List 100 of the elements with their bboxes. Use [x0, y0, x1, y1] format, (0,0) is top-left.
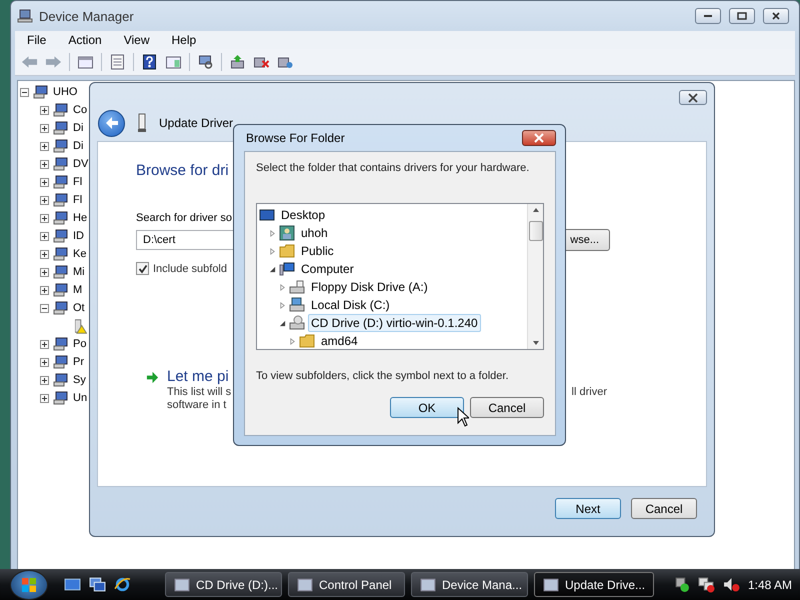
expand-toggle[interactable]: [40, 196, 49, 204]
device-icon: [53, 246, 69, 262]
network-error-icon[interactable]: [698, 576, 715, 593]
close-icon: [772, 12, 780, 20]
expand-toggle[interactable]: [40, 124, 49, 132]
expand-toggle[interactable]: [40, 358, 49, 366]
tree-item[interactable]: Sy: [73, 374, 86, 386]
browser-icon[interactable]: [114, 576, 131, 593]
device-icon: [53, 210, 69, 226]
tree-item[interactable]: Co: [73, 104, 88, 116]
tree-item[interactable]: UHO: [53, 86, 78, 98]
taskbar-button[interactable]: Device Mana...: [411, 572, 528, 597]
tree-item[interactable]: Ke: [73, 248, 86, 260]
help-icon[interactable]: [141, 54, 158, 70]
expand-toggle[interactable]: [40, 304, 49, 312]
menu-item[interactable]: Action: [68, 33, 102, 47]
expand-toggle[interactable]: [40, 178, 49, 186]
expand-toggle[interactable]: [40, 286, 49, 294]
device-icon: [53, 282, 69, 298]
tree-item[interactable]: M: [73, 284, 82, 296]
device-icon: [53, 390, 69, 406]
scroll-thumb[interactable]: [528, 221, 542, 241]
folder-item[interactable]: CD Drive (D:) virtio-win-0.1.240: [308, 314, 481, 332]
update-driver-icon[interactable]: [229, 54, 246, 70]
dialog-button[interactable]: Cancel: [631, 498, 697, 519]
close-button[interactable]: [679, 90, 707, 105]
search-label: Search for driver so: [136, 212, 232, 224]
menu-item[interactable]: View: [124, 33, 150, 47]
menu-item[interactable]: Help: [172, 33, 196, 47]
tree-item[interactable]: Pr: [73, 356, 84, 368]
tree-item[interactable]: Mi: [73, 266, 85, 278]
folder-item[interactable]: Public: [298, 242, 337, 260]
start-button[interactable]: [10, 570, 48, 600]
dialog-title: Browse For Folder: [245, 131, 346, 145]
expand-toggle[interactable]: [40, 250, 49, 258]
tree-item[interactable]: Fl: [73, 176, 82, 188]
expand-toggle[interactable]: [40, 394, 49, 402]
instruction-text: Select the folder that contains drivers for your hardware.: [256, 162, 530, 174]
device-icon: [33, 84, 49, 100]
menu-item[interactable]: File: [27, 33, 46, 47]
expand-toggle[interactable]: [40, 142, 49, 150]
panel-icon[interactable]: [165, 54, 182, 70]
scrollbar[interactable]: [527, 204, 543, 349]
dialog-button[interactable]: Cancel: [470, 397, 544, 418]
computer-icon: [17, 8, 33, 24]
expand-arrow-icon[interactable]: [269, 266, 276, 272]
cd-drive-icon: [289, 315, 305, 331]
option-link[interactable]: Let me pi: [167, 368, 229, 385]
folder-item[interactable]: Floppy Disk Drive (A:): [308, 278, 431, 296]
folder-item[interactable]: Local Disk (C:): [308, 296, 393, 314]
expand-arrow-icon[interactable]: [279, 320, 286, 326]
scan-computer-icon[interactable]: [197, 54, 214, 70]
expand-toggle[interactable]: [40, 340, 49, 348]
taskbar-button[interactable]: CD Drive (D:)...: [165, 572, 282, 597]
close-button[interactable]: [763, 8, 789, 24]
tree-item[interactable]: Un: [73, 392, 88, 404]
muted-speaker-icon[interactable]: [722, 576, 740, 593]
back-button[interactable]: [98, 110, 125, 136]
tree-item[interactable]: Po: [73, 338, 86, 350]
tree-item[interactable]: Di: [73, 140, 84, 152]
tree-item[interactable]: He: [73, 212, 88, 224]
scroll-up-icon[interactable]: [532, 207, 540, 213]
expand-toggle[interactable]: [40, 268, 49, 276]
folder-item[interactable]: amd64: [318, 332, 361, 350]
expand-toggle[interactable]: [40, 160, 49, 168]
folder-item[interactable]: Computer: [298, 260, 357, 278]
device-icon: [53, 228, 69, 244]
clock[interactable]: 1:48 AM: [748, 578, 792, 592]
tree-item[interactable]: Fl: [73, 194, 82, 206]
dialog-button[interactable]: Next: [555, 498, 621, 519]
tree-item[interactable]: DV: [73, 158, 88, 170]
minimize-button[interactable]: [695, 8, 721, 24]
option-description: This list will s: [167, 386, 232, 398]
mouse-cursor-icon: [457, 407, 469, 427]
window-switch-icon[interactable]: [89, 576, 106, 593]
show-desktop-icon[interactable]: [64, 576, 81, 593]
checkbox[interactable]: [136, 262, 149, 275]
scroll-down-icon[interactable]: [532, 340, 540, 346]
expand-toggle[interactable]: [40, 106, 49, 114]
maximize-button[interactable]: [729, 8, 755, 24]
folder-item[interactable]: uhoh: [298, 224, 331, 242]
properties-icon[interactable]: [109, 54, 126, 70]
close-button[interactable]: [522, 130, 556, 146]
expand-toggle[interactable]: [40, 214, 49, 222]
expand-toggle[interactable]: [40, 376, 49, 384]
tree-item[interactable]: Ot: [73, 302, 85, 314]
device-icon: [53, 264, 69, 280]
folder-item[interactable]: Desktop: [278, 206, 328, 224]
window-icon: [543, 576, 559, 592]
hard-drive-icon: [289, 297, 305, 313]
user-folder-icon: [279, 225, 295, 241]
tree-item[interactable]: Di: [73, 122, 84, 134]
panel-icon[interactable]: [77, 54, 94, 70]
tree-item[interactable]: ID: [73, 230, 84, 242]
expand-toggle[interactable]: [40, 232, 49, 240]
taskbar-button[interactable]: Update Drive...: [534, 572, 654, 597]
taskbar-button[interactable]: Control Panel: [288, 572, 405, 597]
arrow-icon: [146, 371, 159, 384]
expand-toggle[interactable]: [20, 88, 29, 96]
dialog-button[interactable]: OK: [390, 397, 464, 418]
